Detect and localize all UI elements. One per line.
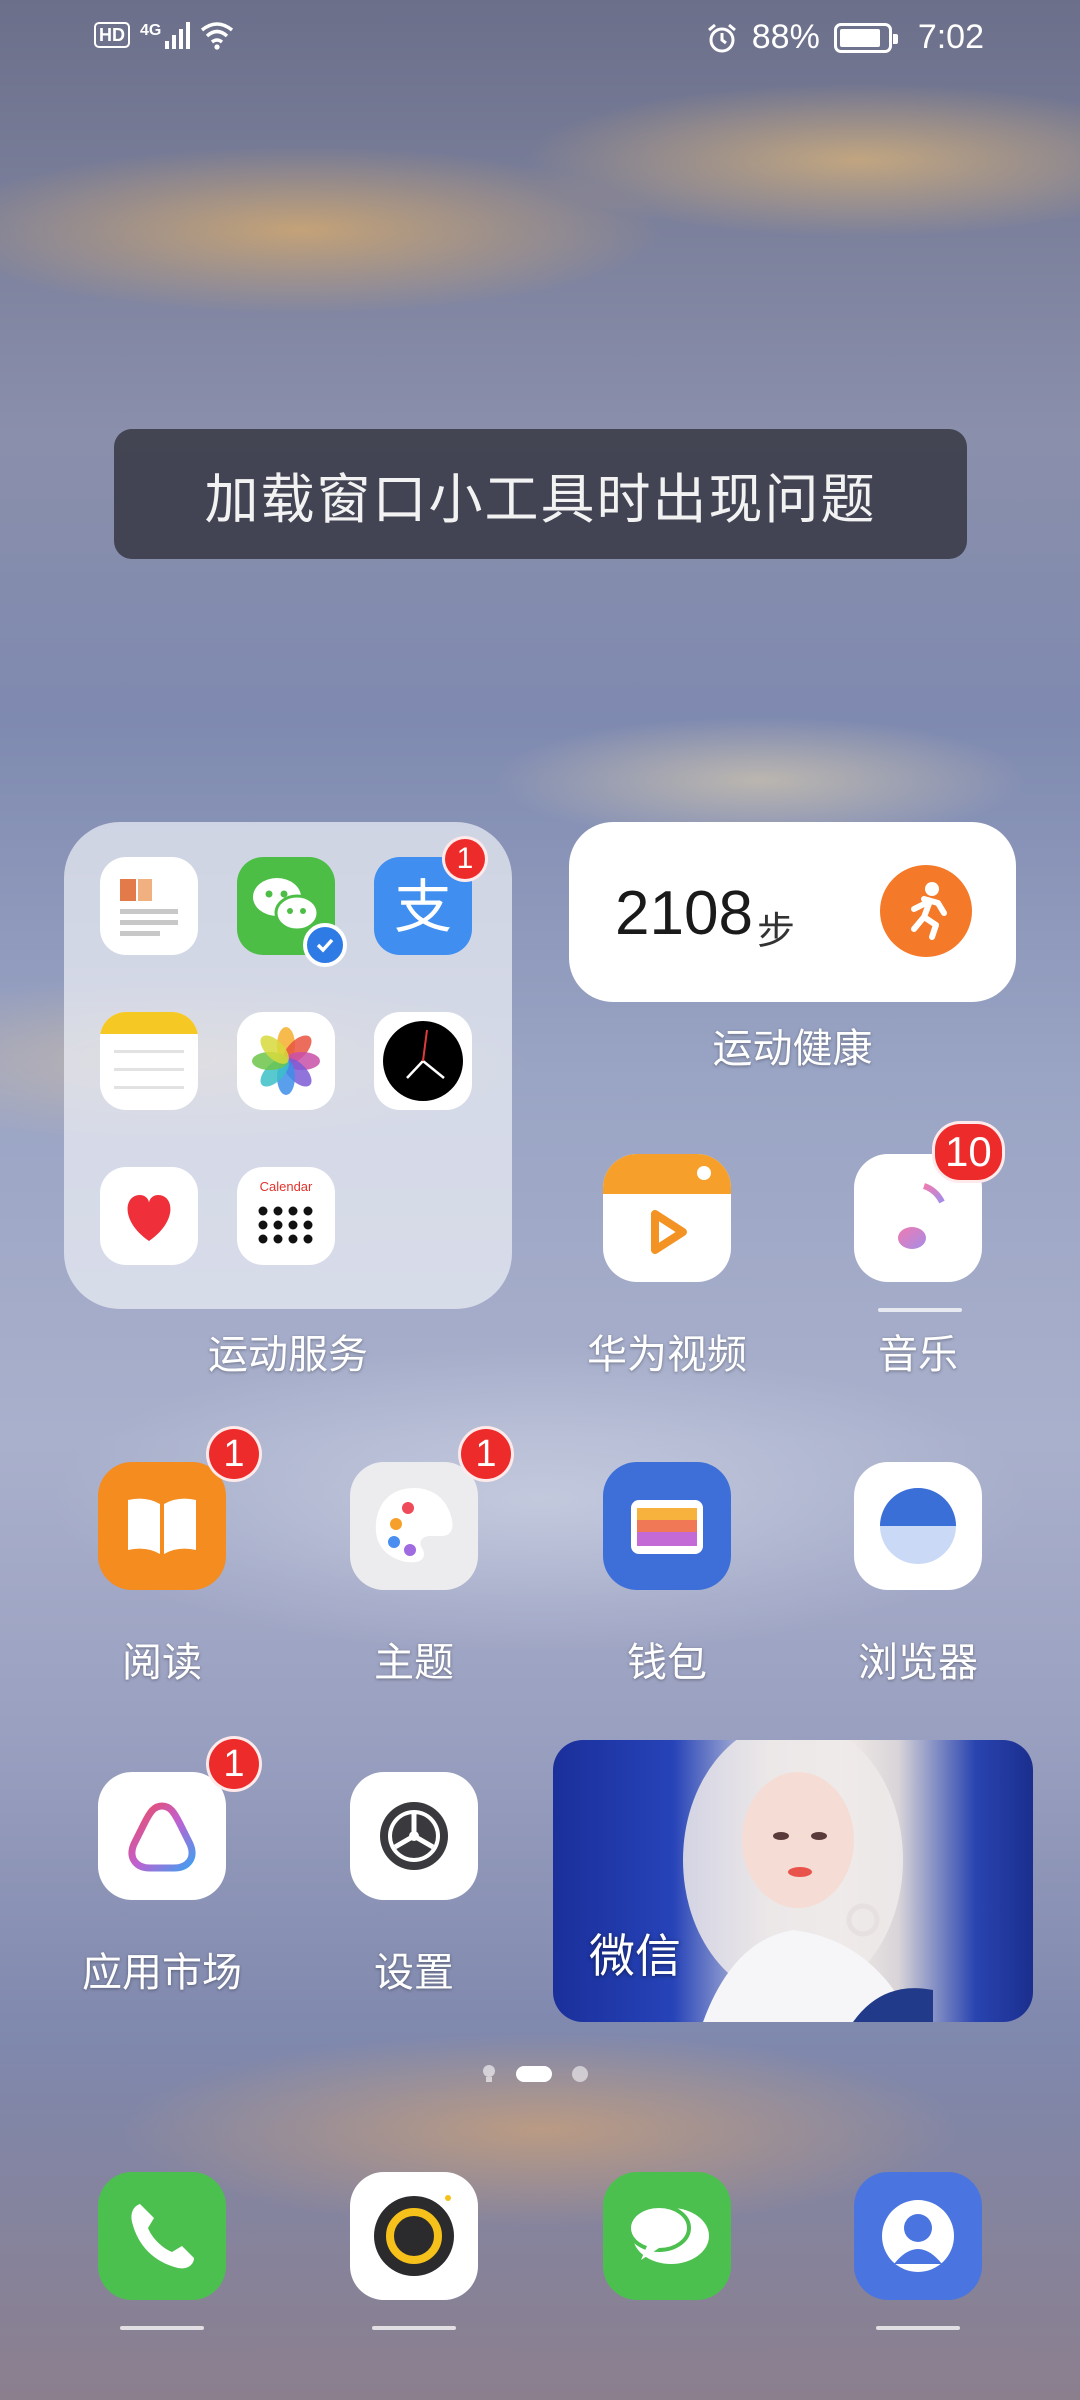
hint-bulb-icon [482, 2064, 496, 2084]
camera-icon[interactable] [350, 2172, 478, 2300]
status-bar: HD 4G 88% 7:02 [0, 0, 1080, 80]
wechat-photo-widget[interactable]: 微信 [553, 1740, 1033, 2022]
page-dot-current[interactable] [516, 2066, 552, 2082]
settings-icon[interactable] [350, 1772, 478, 1900]
widget-error-toast: 加载窗口小工具时出现问题 [114, 429, 967, 559]
verified-check-icon [303, 923, 347, 967]
contacts-icon[interactable] [854, 2172, 982, 2300]
svg-text:支: 支 [394, 873, 452, 941]
network-type: 4G [140, 22, 162, 39]
signal-icon [165, 21, 191, 49]
huawei-video-icon[interactable] [603, 1154, 731, 1282]
phone-underline [120, 2326, 204, 2330]
music-label: 音乐 [878, 1332, 958, 1378]
news-icon[interactable] [100, 857, 198, 955]
page-dot[interactable] [572, 2066, 588, 2082]
huawei-video-label: 华为视频 [587, 1332, 747, 1378]
browser-icon[interactable] [854, 1462, 982, 1590]
clock-time: 7:02 [917, 18, 984, 56]
alarm-icon [707, 23, 736, 52]
health-heart-icon[interactable] [100, 1167, 198, 1265]
wallet-label: 钱包 [627, 1640, 707, 1686]
music-badge: 10 [932, 1121, 1005, 1183]
health-steps-widget[interactable]: 2108 步 [569, 822, 1016, 1002]
music-underline [878, 1308, 962, 1312]
messages-icon[interactable] [603, 2172, 731, 2300]
reading-icon[interactable] [98, 1462, 226, 1590]
themes-label: 主题 [374, 1640, 454, 1686]
battery-percent: 88% [751, 18, 820, 56]
browser-label: 浏览器 [858, 1640, 978, 1686]
page-indicator[interactable] [482, 2064, 588, 2084]
camera-underline [372, 2326, 456, 2330]
calendar-icon[interactable]: Calendar [237, 1167, 335, 1265]
app-market-label: 应用市场 [82, 1950, 242, 1996]
battery-icon [833, 22, 898, 53]
steps-count: 2108 [615, 879, 753, 948]
folder-label: 运动服务 [208, 1332, 368, 1378]
hd-icon: HD [94, 22, 130, 48]
clock-icon[interactable] [374, 1012, 472, 1110]
contacts-underline [876, 2326, 960, 2330]
running-icon [880, 865, 972, 957]
reading-label: 阅读 [122, 1640, 202, 1686]
wechat-widget-label: 微信 [589, 1929, 681, 1983]
wechat-icon[interactable] [237, 857, 347, 967]
photos-icon[interactable] [237, 1012, 335, 1110]
wifi-icon [201, 22, 234, 50]
alipay-badge: 1 [442, 836, 488, 882]
notes-icon[interactable] [100, 1012, 198, 1110]
wallet-icon[interactable] [603, 1462, 731, 1590]
folder-sports-services[interactable]: 支 1 Calendar [64, 822, 512, 1309]
app-market-badge: 1 [206, 1736, 262, 1792]
settings-label: 设置 [374, 1950, 454, 1996]
health-widget-label: 运动健康 [712, 1026, 873, 1072]
reading-badge: 1 [206, 1426, 262, 1482]
steps-unit: 步 [757, 909, 796, 953]
phone-icon[interactable] [98, 2172, 226, 2300]
themes-icon[interactable] [350, 1462, 478, 1590]
app-market-icon[interactable] [98, 1772, 226, 1900]
themes-badge: 1 [458, 1426, 514, 1482]
